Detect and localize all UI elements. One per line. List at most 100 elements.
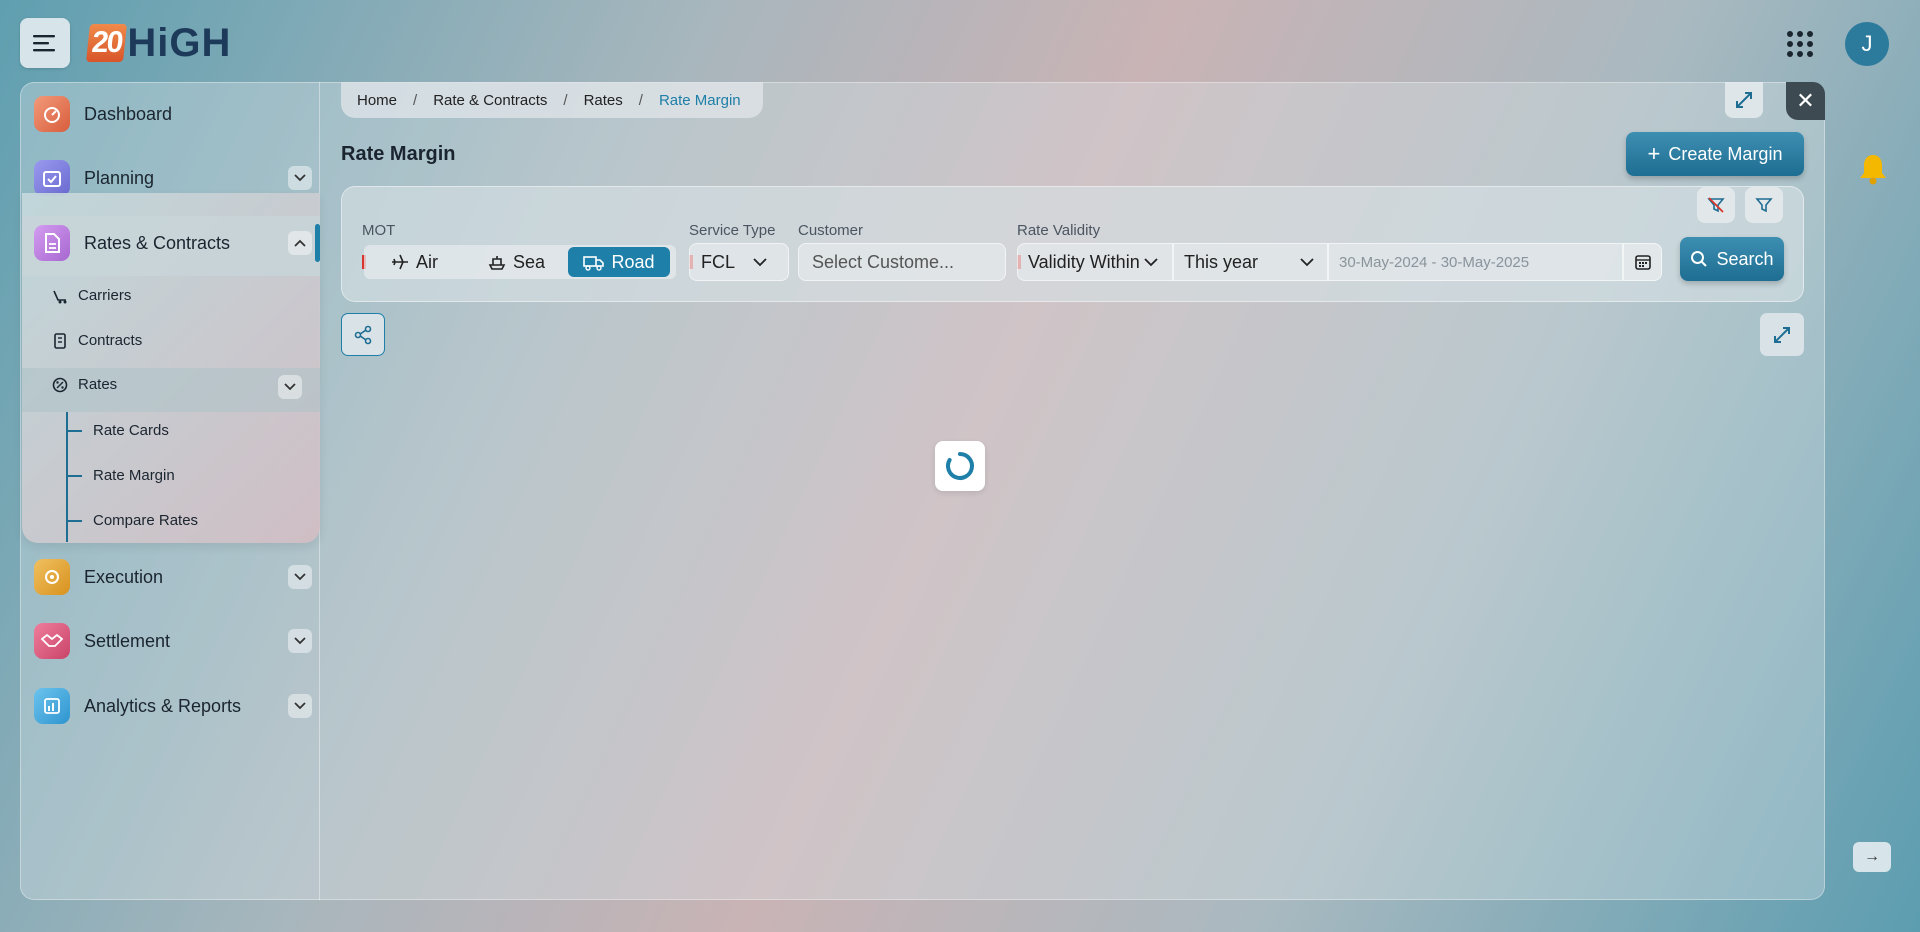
- submenu-item-rate-cards[interactable]: Rate Cards: [93, 422, 169, 439]
- sidebar-item-execution[interactable]: Execution: [32, 552, 314, 602]
- service-type-select[interactable]: FCL: [689, 243, 789, 281]
- chevron-down-icon[interactable]: [288, 565, 312, 589]
- submenu-item-compare-rates[interactable]: Compare Rates: [93, 512, 198, 529]
- execution-gear-icon: [34, 559, 70, 595]
- mot-option-air[interactable]: Air: [364, 247, 464, 277]
- loading-spinner: [935, 441, 985, 491]
- rate-validity-label: Rate Validity: [1017, 222, 1101, 239]
- notification-bell-icon[interactable]: [1856, 152, 1890, 186]
- handshake-icon: [34, 623, 70, 659]
- expand-icon: [1736, 92, 1752, 108]
- sidebar-label-dashboard: Dashboard: [84, 103, 173, 124]
- breadcrumb-home[interactable]: Home: [357, 92, 397, 109]
- breadcrumb-current: Rate Margin: [658, 91, 741, 109]
- hamburger-icon: [33, 35, 55, 52]
- sidebar-item-settlement[interactable]: Settlement: [32, 616, 314, 666]
- search-label: Search: [1716, 248, 1774, 269]
- date-range-placeholder: 30-May-2024 - 30-May-2025: [1339, 253, 1530, 271]
- tree-branch: [66, 520, 82, 522]
- date-range-input[interactable]: 30-May-2024 - 30-May-2025: [1328, 243, 1623, 281]
- sidebar-item-dashboard[interactable]: Dashboard: [32, 89, 314, 139]
- carriers-label: Carriers: [78, 287, 132, 304]
- spinner-icon: [946, 452, 974, 480]
- share-icon: [354, 325, 372, 344]
- customer-label: Customer: [798, 222, 864, 239]
- mot-option-road[interactable]: Road: [568, 247, 670, 277]
- close-button[interactable]: ✕: [1786, 82, 1825, 120]
- carrier-icon: [53, 290, 67, 303]
- chevron-down-icon: [1144, 257, 1158, 266]
- sidebar-label-execution: Execution: [84, 566, 164, 587]
- sidebar-item-analytics-reports[interactable]: Analytics & Reports: [32, 681, 314, 731]
- validity-period-value: This year: [1184, 251, 1259, 272]
- truck-icon: [583, 256, 605, 271]
- mot-road-label: Road: [611, 251, 655, 272]
- close-icon: ✕: [1796, 88, 1815, 113]
- breadcrumb-rates[interactable]: Rates: [584, 92, 623, 109]
- sidebar-label-settlement: Settlement: [84, 630, 171, 651]
- submenu-item-rate-margin[interactable]: Rate Margin: [93, 467, 175, 484]
- submenu-item-rates[interactable]: Rates: [52, 376, 117, 393]
- service-type-label: Service Type: [689, 222, 776, 239]
- create-margin-button[interactable]: + Create Margin: [1626, 132, 1804, 176]
- chevron-up-icon[interactable]: [288, 231, 312, 255]
- filter-button[interactable]: [1745, 187, 1783, 223]
- submenu-item-contracts[interactable]: Contracts: [52, 332, 142, 349]
- fullscreen-button[interactable]: [1725, 82, 1763, 118]
- validity-mode-select[interactable]: Validity Within: [1017, 243, 1173, 281]
- validity-period-select[interactable]: This year: [1173, 243, 1328, 281]
- breadcrumb-rate-contracts[interactable]: Rate & Contracts: [433, 92, 547, 109]
- calendar-button[interactable]: [1623, 243, 1662, 281]
- contracts-label: Contracts: [78, 332, 143, 349]
- breadcrumb: Home / Rate & Contracts / Rates / Rate M…: [341, 82, 763, 118]
- logo-number: 20: [86, 24, 128, 62]
- active-indicator: [315, 224, 320, 262]
- rate-cards-label: Rate Cards: [93, 422, 169, 439]
- submenu-item-carriers[interactable]: Carriers: [52, 287, 131, 304]
- app-logo[interactable]: 20 HiGH: [86, 20, 232, 66]
- airplane-icon: [392, 254, 408, 270]
- chevron-down-icon[interactable]: [288, 629, 312, 653]
- sidebar-item-rates-contracts[interactable]: Rates & Contracts: [32, 218, 314, 268]
- apps-grid-icon[interactable]: [1786, 30, 1814, 58]
- tree-branch: [66, 430, 82, 432]
- filter-off-icon: [1707, 197, 1725, 213]
- arrow-right-icon: →: [1864, 848, 1880, 865]
- breadcrumb-separator: /: [413, 91, 418, 109]
- report-icon: [34, 688, 70, 724]
- user-avatar[interactable]: J: [1845, 22, 1889, 66]
- clear-filters-button[interactable]: [1697, 187, 1735, 223]
- mot-option-sea[interactable]: Sea: [464, 247, 568, 277]
- chevron-down-icon[interactable]: [288, 166, 312, 190]
- create-margin-label: Create Margin: [1668, 143, 1783, 164]
- share-button[interactable]: [341, 313, 385, 356]
- calendar-icon: [1634, 255, 1651, 270]
- dashboard-icon: [34, 96, 70, 132]
- sidebar-label-rates-contracts: Rates & Contracts: [84, 232, 231, 253]
- mot-air-label: Air: [416, 251, 438, 272]
- plus-icon: +: [1647, 141, 1661, 166]
- customer-placeholder: Select Custome...: [812, 251, 955, 272]
- validity-mode-value: Validity Within: [1028, 251, 1140, 272]
- search-button[interactable]: Search: [1680, 237, 1784, 281]
- mot-toggle-group: Air Sea Road: [364, 245, 676, 279]
- breadcrumb-separator: /: [563, 91, 568, 109]
- document-icon: [34, 225, 70, 261]
- expand-view-button[interactable]: [1760, 313, 1804, 356]
- mot-label: MOT: [362, 222, 396, 239]
- rates-chevron-down-icon[interactable]: [278, 375, 302, 399]
- breadcrumb-separator: /: [638, 91, 643, 109]
- rate-margin-label: Rate Margin: [93, 467, 175, 484]
- tree-branch: [66, 475, 82, 477]
- compare-rates-label: Compare Rates: [93, 512, 199, 529]
- contract-icon: [54, 332, 66, 349]
- chevron-down-icon: [753, 257, 767, 266]
- mot-sea-label: Sea: [512, 251, 546, 272]
- chevron-down-icon[interactable]: [288, 694, 312, 718]
- chevron-down-icon: [1300, 257, 1314, 266]
- expand-icon: [1774, 326, 1790, 343]
- logo-text: HiGH: [127, 20, 232, 65]
- customer-input[interactable]: Select Custome...: [798, 243, 1006, 281]
- expand-right-button[interactable]: →: [1853, 842, 1891, 872]
- menu-toggle-button[interactable]: [20, 18, 70, 68]
